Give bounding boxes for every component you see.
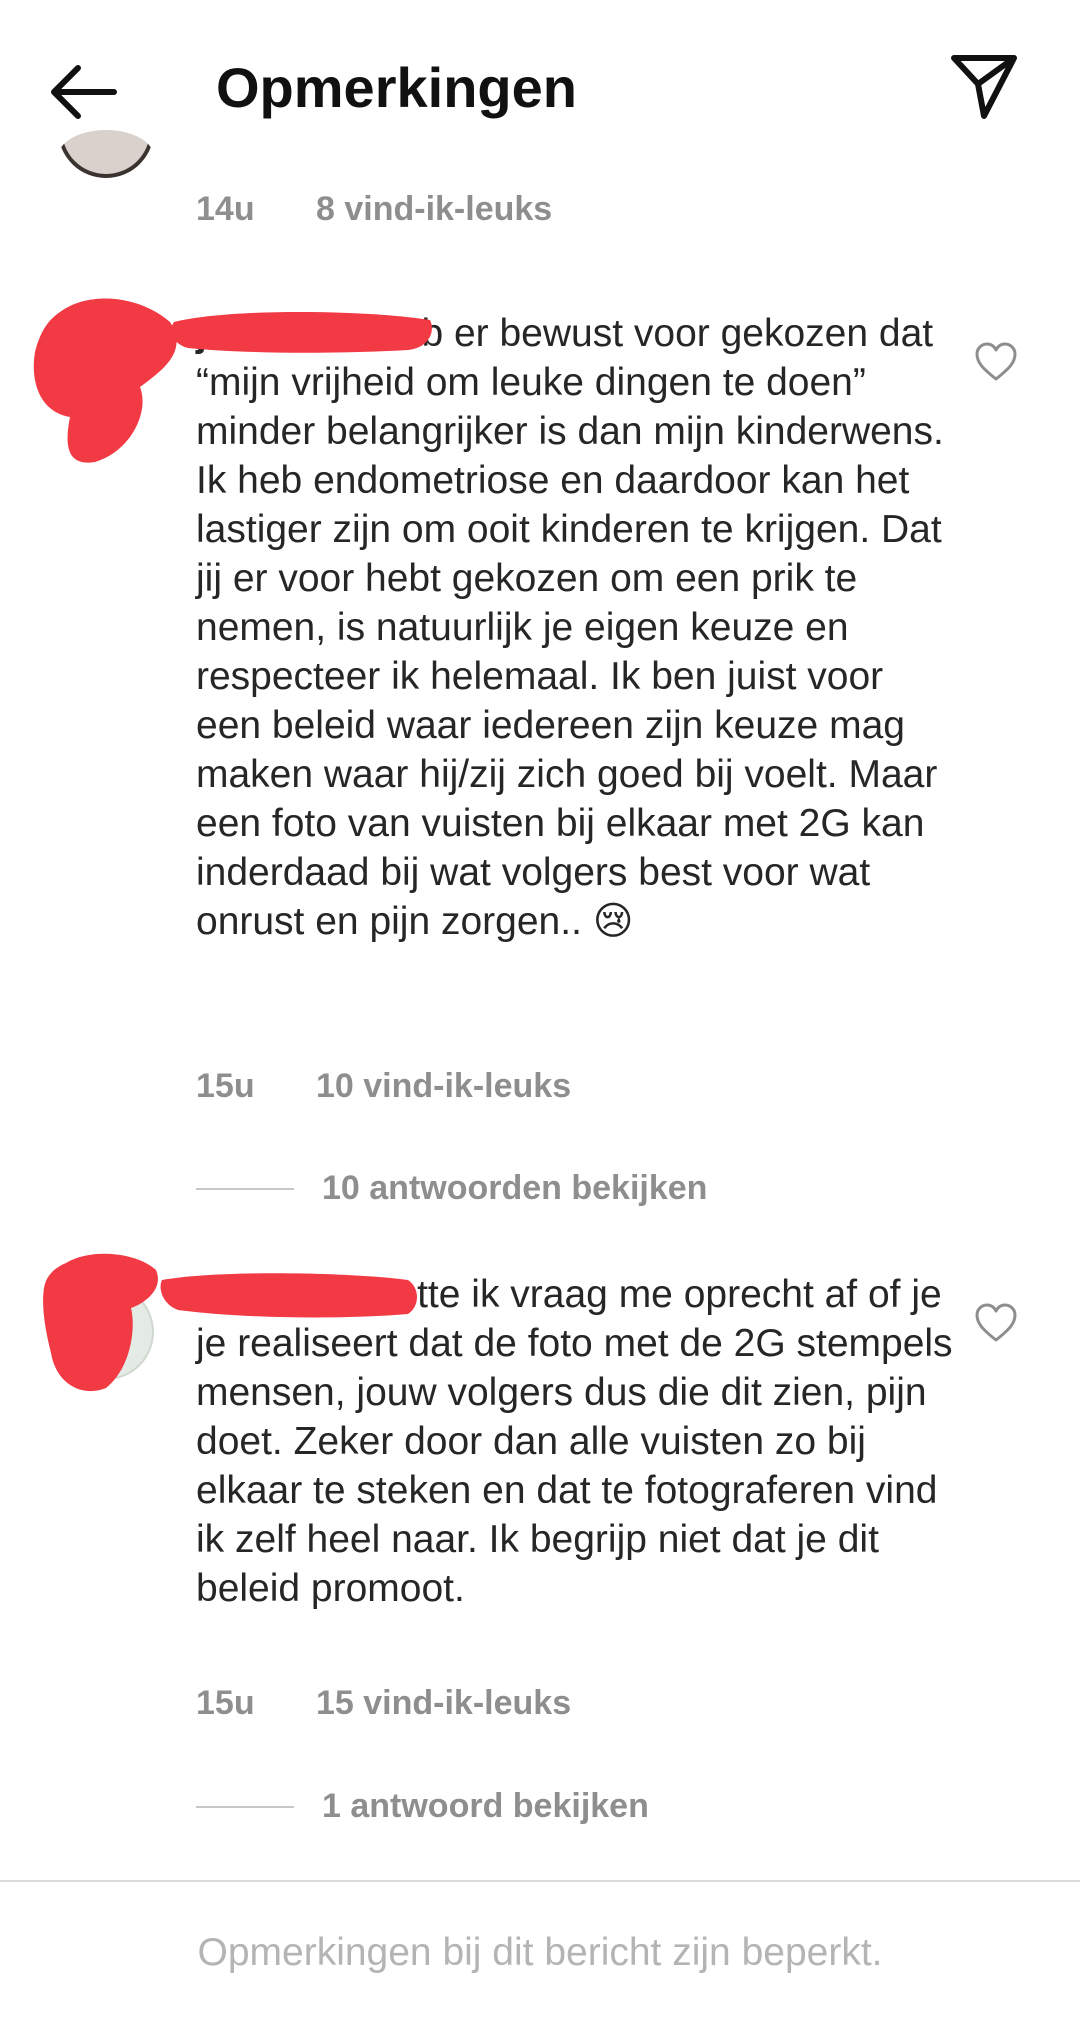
likes-count[interactable]: 8 vind-ik-leuks: [316, 187, 552, 231]
likes-count[interactable]: 10 vind-ik-leuks: [316, 1064, 571, 1108]
view-replies-label: 1 antwoord bekijken: [322, 1787, 649, 1825]
replies-divider: [196, 1188, 294, 1190]
redaction-mark: [171, 312, 432, 353]
redaction-mark: [43, 1253, 158, 1392]
arrow-left-icon: [51, 65, 117, 119]
redaction-mark: [33, 298, 177, 463]
redaction-mark: [160, 1273, 417, 1318]
comment-body: Ik heb er bewust voor gekozen dat “mijn …: [196, 312, 944, 943]
comment-time: 15u: [196, 1684, 255, 1722]
comment-time: 14u: [196, 190, 255, 228]
likes-count[interactable]: 15 vind-ik-leuks: [316, 1681, 571, 1725]
footer-divider: [0, 1880, 1080, 1882]
replies-divider: [196, 1806, 294, 1808]
view-replies-label: 10 antwoorden bekijken: [322, 1169, 708, 1207]
comment-text: j s Ik heb er bewust voor gekozen dat “m…: [196, 309, 956, 946]
comments-limited-notice: Opmerkingen bij dit bericht zijn beperkt…: [197, 1931, 883, 1974]
back-button[interactable]: [44, 52, 124, 132]
share-button[interactable]: [944, 46, 1024, 126]
heart-icon[interactable]: [972, 1299, 1020, 1347]
top-bar: Opmerkingen: [0, 0, 1080, 170]
crying-face-emoji: 😢: [592, 900, 634, 943]
paper-plane-icon: [951, 55, 1017, 119]
avatar[interactable]: [58, 130, 154, 184]
heart-icon[interactable]: [972, 338, 1020, 386]
comment-time: 15u: [196, 1067, 255, 1105]
comment-body: Lotte ik vraag me oprecht af of je je re…: [196, 1273, 953, 1610]
page-title: Opmerkingen: [216, 56, 577, 119]
